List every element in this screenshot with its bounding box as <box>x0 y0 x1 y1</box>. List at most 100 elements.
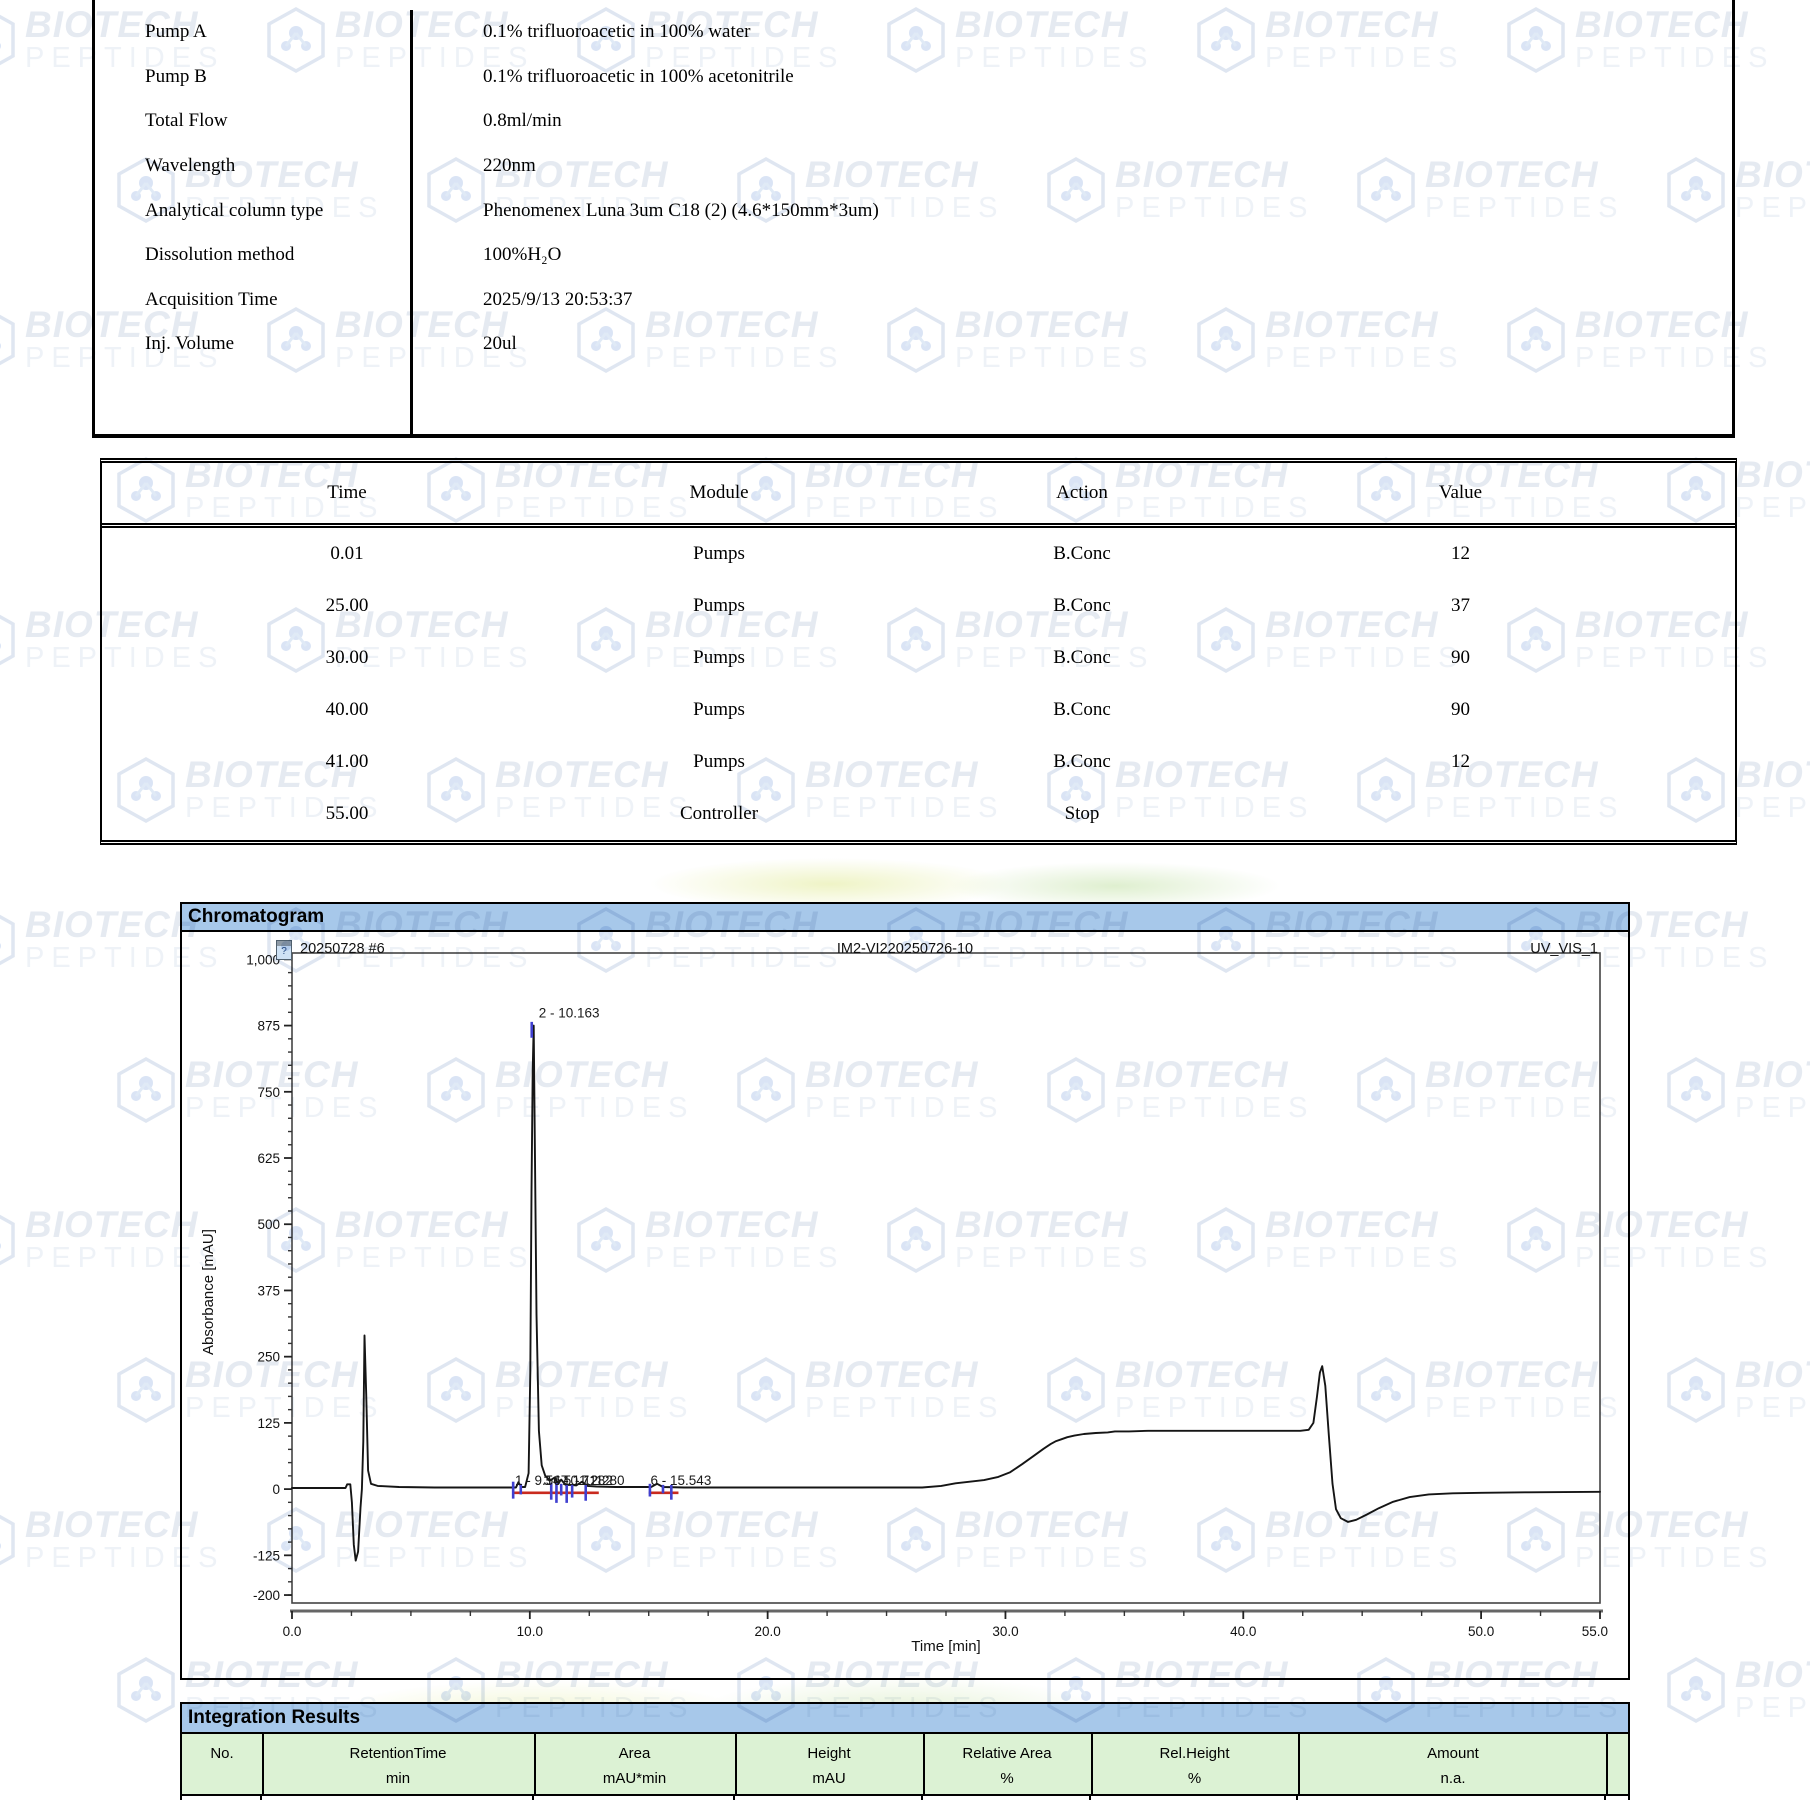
hexagon-logo-icon <box>0 1506 17 1574</box>
cell-time: 55.00 <box>152 788 542 840</box>
cell-action: Stop <box>902 788 1262 840</box>
cell-value <box>1282 788 1639 840</box>
table-row: 25.00 Pumps B.Conc 37 <box>102 580 1735 632</box>
watermark-tile: BIOTECHPEPTIDES <box>1665 1056 1810 1124</box>
integration-first-row-sliver <box>180 1796 1630 1800</box>
svg-text:-125: -125 <box>253 1548 280 1563</box>
method-label: Dissolution method <box>95 233 413 278</box>
method-value-filler <box>413 367 1732 434</box>
hexagon-logo-icon <box>115 1356 177 1424</box>
watermark-text: PEPTIDES <box>1735 194 1810 224</box>
svg-text:10.0: 10.0 <box>517 1624 543 1639</box>
cell-action: B.Conc <box>902 684 1262 736</box>
table-row: Pump B 0.1% trifluoroacetic in 100% acet… <box>95 55 1732 100</box>
hexagon-logo-icon <box>1665 1356 1727 1424</box>
cell-module: Pumps <box>542 632 896 684</box>
cell-time: 41.00 <box>152 736 542 788</box>
method-label: Total Flow <box>95 99 413 144</box>
svg-text:6 - 15.543: 6 - 15.543 <box>651 1473 712 1488</box>
svg-text:500: 500 <box>257 1217 280 1232</box>
watermark-text: BIOTECH <box>1735 756 1810 794</box>
column-header-amount: Amountn.a. <box>1298 1734 1608 1794</box>
column-header-no: No. <box>182 1734 262 1794</box>
method-label: Wavelength <box>95 144 413 189</box>
svg-text:20.0: 20.0 <box>754 1624 780 1639</box>
watermark-text: PEPTIDES <box>1735 494 1810 524</box>
watermark-text: BIOTECH <box>1735 1356 1810 1394</box>
svg-text:0.0: 0.0 <box>283 1624 302 1639</box>
x-axis-label: Time [min] <box>846 1638 1046 1655</box>
svg-text:40.0: 40.0 <box>1230 1624 1256 1639</box>
watermark-tile: BIOTECHPEPTIDES <box>1665 1356 1810 1424</box>
method-parameters-table: Pump A 0.1% trifluoroacetic in 100% wate… <box>92 0 1735 438</box>
hexagon-logo-icon <box>115 1056 177 1124</box>
cell-value: 12 <box>1282 528 1639 580</box>
column-header-retention-time: RetentionTimemin <box>262 1734 534 1794</box>
cell-module: Pumps <box>542 684 896 736</box>
table-row: 30.00 Pumps B.Conc 90 <box>102 632 1735 684</box>
cell-time: 40.00 <box>152 684 542 736</box>
watermark-text: BIOTECH <box>1735 1656 1810 1694</box>
method-label: Pump B <box>95 55 413 100</box>
column-header: Time <box>152 463 542 523</box>
table-row: Acquisition Time 2025/9/13 20:53:37 <box>95 278 1732 323</box>
svg-text:5 - 12.280: 5 - 12.280 <box>564 1473 625 1488</box>
column-header: Module <box>542 463 896 523</box>
method-label: Inj. Volume <box>95 322 413 367</box>
method-label: Acquisition Time <box>95 278 413 323</box>
y-axis-label: Absorbance [mAU] <box>200 1192 220 1392</box>
table-row: 41.00 Pumps B.Conc 12 <box>102 736 1735 788</box>
cell-time: 0.01 <box>152 528 542 580</box>
svg-text:-200: -200 <box>253 1588 280 1603</box>
table-row: 0.01 Pumps B.Conc 12 <box>102 528 1735 580</box>
chromatogram-panel-title: Chromatogram <box>180 902 1630 932</box>
integration-results-panel: Integration Results No. RetentionTimemin… <box>180 1702 1630 1800</box>
method-label: Pump A <box>95 10 413 55</box>
table-row: 40.00 Pumps B.Conc 90 <box>102 684 1735 736</box>
table-row: Dissolution method 100%H₂O <box>95 233 1732 278</box>
svg-text:0: 0 <box>272 1482 280 1497</box>
svg-text:875: 875 <box>257 1019 280 1034</box>
method-value: 220nm <box>413 144 1732 189</box>
cell-time: 25.00 <box>152 580 542 632</box>
method-value: 2025/9/13 20:53:37 <box>413 278 1732 323</box>
column-header-rel-height: Rel.Height% <box>1091 1734 1298 1794</box>
svg-text:375: 375 <box>257 1283 280 1298</box>
svg-text:625: 625 <box>257 1151 280 1166</box>
watermark-text: PEPTIDES <box>1735 1694 1810 1724</box>
column-header: Value <box>1282 463 1639 523</box>
method-value: 0.1% trifluoroacetic in 100% water <box>413 10 1732 55</box>
cell-value: 12 <box>1282 736 1639 788</box>
watermark-text: BIOTECH <box>1735 1056 1810 1094</box>
hexagon-logo-icon <box>0 306 17 374</box>
watermark-text: BIOTECH <box>1735 456 1810 494</box>
watermark-text: PEPTIDES <box>1735 794 1810 824</box>
hexagon-logo-icon <box>0 1206 17 1274</box>
sample-id: IM2-VI220250726-10 <box>182 941 1628 957</box>
cell-action: B.Conc <box>902 632 1262 684</box>
table-header-row: Time Module Action Value <box>102 463 1735 528</box>
column-header-relative-area: Relative Area% <box>923 1734 1091 1794</box>
cell-time: 30.00 <box>152 632 542 684</box>
chromatogram-plot: -200-12501252503755006257508751,0000.010… <box>182 932 1628 1676</box>
svg-text:750: 750 <box>257 1085 280 1100</box>
method-value: 0.1% trifluoroacetic in 100% acetonitril… <box>413 55 1732 100</box>
table-filler <box>95 367 1732 434</box>
cell-value: 37 <box>1282 580 1639 632</box>
column-header-height: HeightmAU <box>735 1734 923 1794</box>
cell-module: Pumps <box>542 580 896 632</box>
watermark-text: BIOTECH <box>1735 156 1810 194</box>
cell-action: B.Conc <box>902 736 1262 788</box>
svg-text:2 - 10.163: 2 - 10.163 <box>539 1006 600 1021</box>
cell-module: Controller <box>542 788 896 840</box>
method-label-filler <box>95 367 413 434</box>
hexagon-logo-icon <box>0 606 17 674</box>
table-row: Total Flow 0.8ml/min <box>95 99 1732 144</box>
svg-text:55.0: 55.0 <box>1582 1624 1608 1639</box>
svg-text:30.0: 30.0 <box>992 1624 1018 1639</box>
integration-panel-title: Integration Results <box>180 1702 1630 1734</box>
cell-module: Pumps <box>542 528 896 580</box>
table-row: 55.00 Controller Stop <box>102 788 1735 840</box>
chromatogram-panel: Chromatogram -200-1250125250375500625750… <box>180 902 1630 1680</box>
method-label: Analytical column type <box>95 188 413 233</box>
